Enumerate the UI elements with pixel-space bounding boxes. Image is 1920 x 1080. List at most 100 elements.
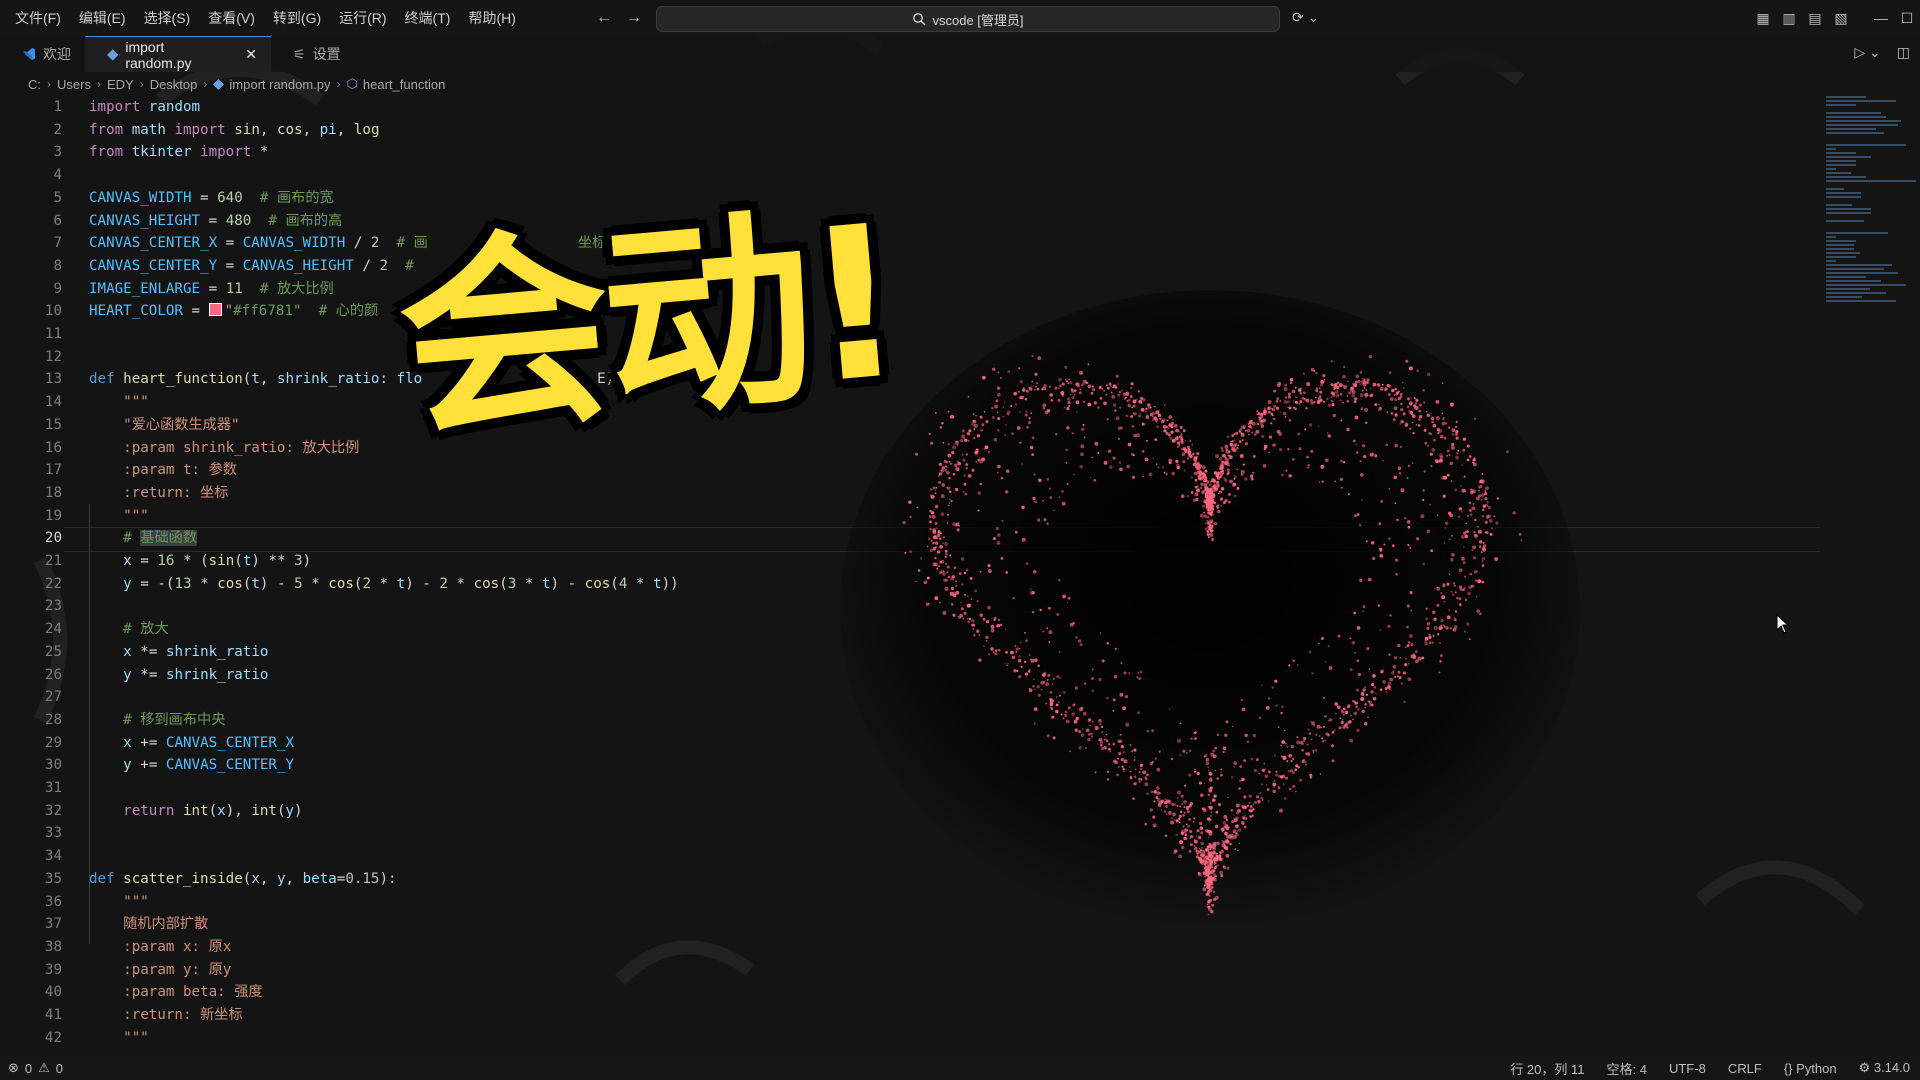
menu-terminal[interactable]: 终端(T): [396, 0, 460, 36]
heart-particle: [1343, 365, 1346, 368]
heart-particle: [1354, 397, 1358, 401]
heart-particle: [1301, 742, 1304, 746]
heart-particle: [1203, 884, 1206, 887]
code-line[interactable]: 42 """: [0, 1027, 1756, 1050]
split-editor-icon[interactable]: ◫: [1897, 44, 1910, 61]
copilot-icon[interactable]: ⟳ ⌄: [1292, 9, 1319, 26]
heart-particle: [1062, 691, 1066, 694]
heart-particle: [1131, 406, 1134, 409]
heart-particle: [1473, 457, 1476, 459]
breadcrumb-symbol[interactable]: ⬡ heart_function: [347, 76, 446, 92]
eol[interactable]: CRLF: [1728, 1061, 1762, 1076]
tab-import-random-py[interactable]: import random.py ✕: [85, 36, 271, 72]
heart-particle: [1302, 739, 1306, 743]
heart-particle: [1352, 699, 1355, 703]
heart-particle: [1315, 387, 1318, 390]
forward-arrow-icon[interactable]: →: [626, 0, 642, 36]
breadcrumb-drive[interactable]: C:: [28, 77, 41, 92]
code-line[interactable]: 40 :param beta: 强度: [0, 981, 1756, 1004]
heart-particle: [1220, 504, 1222, 507]
encoding[interactable]: UTF-8: [1669, 1061, 1706, 1076]
heart-particle: [1078, 730, 1082, 734]
heart-particle: [1244, 477, 1248, 481]
heart-particle: [1272, 443, 1276, 447]
heart-particle: [939, 560, 943, 564]
heart-particle: [1426, 413, 1430, 417]
heart-particle: [1037, 693, 1041, 697]
heart-particle: [1212, 798, 1216, 802]
minimap[interactable]: [1824, 96, 1920, 496]
heart-particle: [1163, 810, 1166, 813]
menu-file[interactable]: 文件(F): [6, 0, 70, 36]
menu-help[interactable]: 帮助(H): [459, 0, 524, 36]
code-line[interactable]: 1 import random: [0, 96, 1756, 119]
heart-particle: [1168, 811, 1172, 815]
breadcrumb-users[interactable]: Users: [57, 77, 91, 92]
tab-settings[interactable]: ⚟ 设置: [271, 36, 355, 72]
menu-edit[interactable]: 编辑(E): [70, 0, 135, 36]
problems-indicator[interactable]: ⊗ 0 ⚠ 0: [8, 1060, 63, 1076]
heart-particle: [1205, 849, 1208, 852]
heart-particle: [1388, 653, 1391, 656]
heart-particle: [1296, 740, 1300, 745]
heart-particle: [1058, 651, 1061, 653]
indentation[interactable]: 空格: 4: [1607, 1059, 1647, 1078]
heart-particle: [1033, 473, 1036, 476]
language-mode[interactable]: {} Python: [1784, 1061, 1837, 1076]
heart-particle: [1076, 382, 1080, 386]
heart-particle: [1365, 380, 1369, 385]
heart-particle: [1423, 470, 1426, 473]
code-line[interactable]: 2 from math import sin, cos, pi, log: [0, 119, 1756, 142]
customize-layout-icon[interactable]: ▦: [1750, 10, 1776, 27]
code-line[interactable]: 38 :param x: 原x: [0, 936, 1756, 959]
heart-particle: [1370, 682, 1375, 687]
heart-particle: [1233, 439, 1236, 441]
heart-particle: [951, 603, 954, 606]
heart-particle: [1379, 629, 1382, 631]
breadcrumb-desktop[interactable]: Desktop: [150, 77, 198, 92]
code-line[interactable]: 41 :return: 新坐标: [0, 1004, 1756, 1027]
maximize-icon[interactable]: ☐: [1894, 10, 1920, 27]
command-center-search[interactable]: vscode [管理员]: [656, 6, 1280, 32]
breadcrumb-edy[interactable]: EDY: [107, 77, 134, 92]
toggle-secondary-sidebar-icon[interactable]: ▧: [1828, 10, 1854, 27]
heart-particle: [1301, 748, 1304, 752]
color-swatch[interactable]: [208, 303, 222, 317]
code-line[interactable]: 39 :param y: 原y: [0, 959, 1756, 982]
menu-go[interactable]: 转到(G): [264, 0, 330, 36]
heart-particle: [1066, 406, 1070, 411]
back-arrow-icon[interactable]: ←: [596, 0, 612, 36]
heart-particle: [1203, 514, 1208, 518]
cursor-position[interactable]: 行 20，列 11: [1510, 1059, 1584, 1078]
line-number: 17: [44, 462, 62, 479]
heart-particle: [1480, 493, 1485, 498]
heart-particle: [1099, 743, 1103, 747]
heart-particle: [1250, 757, 1254, 761]
heart-particle: [1259, 421, 1264, 426]
heart-particle: [1189, 837, 1191, 840]
heart-particle: [1407, 662, 1410, 665]
heart-particle: [1206, 817, 1211, 821]
heart-particle: [1457, 449, 1460, 452]
menu-view[interactable]: 查看(V): [199, 0, 264, 36]
minimize-icon[interactable]: —: [1868, 10, 1894, 26]
run-icon[interactable]: ▷ ⌄: [1854, 44, 1880, 61]
close-icon[interactable]: ✕: [245, 46, 257, 63]
heart-particle: [1305, 407, 1308, 410]
heart-particle: [1271, 414, 1274, 417]
menu-selection[interactable]: 选择(S): [135, 0, 200, 36]
heart-particle: [934, 541, 939, 545]
heart-particle: [1487, 514, 1491, 518]
python-version[interactable]: ⚙ 3.14.0: [1859, 1060, 1910, 1076]
menu-run[interactable]: 运行(R): [330, 0, 395, 36]
breadcrumb-file[interactable]: import random.py: [213, 77, 331, 92]
toggle-panel-icon[interactable]: ▤: [1802, 10, 1828, 27]
heart-particle: [988, 653, 991, 656]
heart-particle: [929, 520, 932, 524]
heart-particle: [1128, 766, 1131, 768]
heart-particle: [1250, 477, 1254, 481]
line-text: y = -(13 * cos(t) - 5 * cos(2 * t) - 2 *…: [123, 575, 679, 592]
tab-welcome[interactable]: 欢迎: [0, 36, 85, 72]
heart-particle: [1180, 433, 1183, 436]
toggle-primary-sidebar-icon[interactable]: ▥: [1776, 10, 1802, 27]
